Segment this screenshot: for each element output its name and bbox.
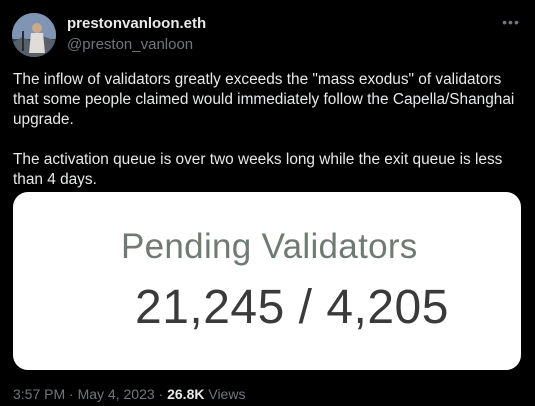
tweet-paragraph: The activation queue is over two weeks l…	[13, 151, 503, 188]
timestamp-date[interactable]: May 4, 2023	[78, 386, 155, 402]
handle[interactable]: @preston_vanloon	[67, 36, 206, 54]
timestamp-time[interactable]: 3:57 PM	[13, 386, 65, 402]
tweet-text: The inflow of validators greatly exceeds…	[13, 70, 525, 210]
media-value: 21,245 / 4,205	[135, 281, 449, 334]
profile-photo	[12, 13, 56, 57]
tweet: prestonvanloon.eth @preston_vanloon ••• …	[0, 0, 535, 406]
author-info: prestonvanloon.eth @preston_vanloon	[67, 15, 206, 54]
display-name[interactable]: prestonvanloon.eth	[67, 15, 206, 33]
media-image[interactable]: Pending Validators 21,245 / 4,205	[13, 192, 521, 370]
tweet-paragraph: The inflow of validators greatly exceeds…	[13, 71, 515, 128]
meta-separator: ·	[69, 386, 74, 402]
meta-separator: ·	[158, 386, 164, 402]
media-title: Pending Validators	[121, 227, 418, 266]
views-count: 26.8K	[167, 386, 205, 402]
ellipsis-icon[interactable]: •••	[501, 12, 521, 32]
views-label: Views	[208, 386, 246, 402]
avatar[interactable]	[12, 13, 56, 57]
tweet-meta: 3:57 PM · May 4, 2023 · 26.8K Views	[13, 386, 245, 402]
